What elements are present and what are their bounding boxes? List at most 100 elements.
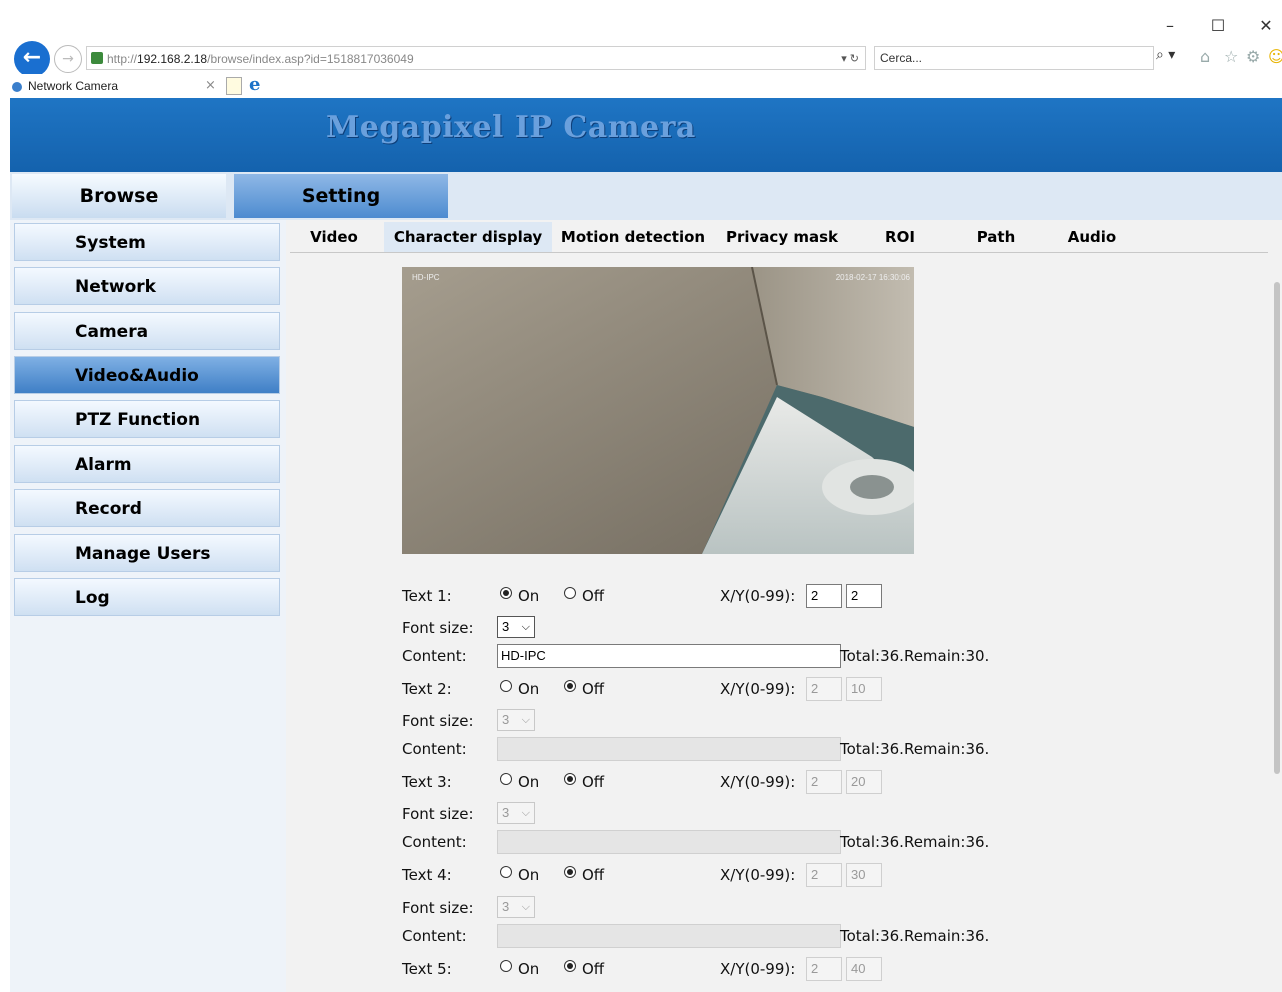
text2-off-label: Off (582, 680, 605, 698)
text2-counter: Total:36.Remain:36. (840, 740, 990, 758)
text4-x-input[interactable]: 2 (806, 863, 842, 887)
text3-content-input[interactable] (497, 830, 841, 854)
text2-on-radio[interactable] (500, 680, 512, 692)
text2-content-input[interactable] (497, 737, 841, 761)
gear-icon[interactable]: ⚙ (1246, 47, 1260, 66)
text1-content-input[interactable]: HD-IPC (497, 644, 841, 668)
sidebar-item-ptz-function[interactable]: PTZ Function (14, 400, 280, 438)
text4-label: Text 4: (402, 866, 452, 884)
text5-on-label: On (518, 960, 540, 978)
sidebar-item-video-audio[interactable]: Video&Audio (14, 356, 280, 394)
text4-font-size-select[interactable]: 3 ⌵ (497, 896, 535, 918)
text2-off-radio[interactable] (564, 680, 576, 692)
browser-tab[interactable]: Network Camera (12, 76, 222, 96)
tab-video[interactable]: Video (298, 222, 370, 252)
page-icon (91, 52, 103, 64)
chevron-down-icon: ⌵ (521, 714, 530, 726)
tab-setting[interactable]: Setting (234, 174, 448, 218)
address-bar[interactable]: http://192.168.2.18/browse/index.asp?id=… (86, 46, 866, 70)
sidebar-item-camera[interactable]: Camera (14, 312, 280, 350)
tab-audio[interactable]: Audio (1056, 222, 1128, 252)
text2-x-input[interactable]: 2 (806, 677, 842, 701)
text4-font-size-label: Font size: (402, 899, 474, 917)
sidebar-item-alarm[interactable]: Alarm (14, 445, 280, 483)
text1-x-input[interactable]: 2 (806, 584, 842, 608)
text2-on-label: On (518, 680, 540, 698)
sidebar-item-manage-users[interactable]: Manage Users (14, 534, 280, 572)
chevron-down-icon: ⌵ (521, 621, 530, 633)
text1-font-size-label: Font size: (402, 619, 474, 637)
text3-content-label: Content: (402, 833, 467, 851)
url-host: 192.168.2.18 (137, 52, 208, 66)
text3-font-size-value: 3 (502, 805, 510, 820)
back-button[interactable]: ← (14, 41, 50, 77)
text1-font-size-select[interactable]: 3 ⌵ (497, 616, 535, 638)
text4-on-radio[interactable] (500, 866, 512, 878)
text2-font-size-select[interactable]: 3 ⌵ (497, 709, 535, 731)
text3-x-input[interactable]: 2 (806, 770, 842, 794)
text1-y-input[interactable]: 2 (846, 584, 882, 608)
text4-font-size-value: 3 (502, 899, 510, 914)
search-icon[interactable]: ⌕ ▾ (1156, 47, 1175, 63)
text3-counter: Total:36.Remain:36. (840, 833, 990, 851)
tab-path[interactable]: Path (960, 222, 1032, 252)
text4-counter: Total:36.Remain:36. (840, 927, 990, 945)
tab-roi[interactable]: ROI (864, 222, 936, 252)
text3-off-radio[interactable] (564, 773, 576, 785)
text3-on-radio[interactable] (500, 773, 512, 785)
text1-content-label: Content: (402, 647, 467, 665)
star-icon[interactable]: ☆ (1224, 47, 1238, 66)
minimize-button[interactable]: – (1158, 14, 1182, 38)
tab-motion-detection[interactable]: Motion detection (556, 222, 710, 252)
maximize-button[interactable]: ☐ (1206, 14, 1230, 38)
text2-font-size-value: 3 (502, 712, 510, 727)
text2-font-size-label: Font size: (402, 712, 474, 730)
tab-character-display[interactable]: Character display (384, 222, 552, 252)
preview-overlay-left: HD-IPC (412, 273, 440, 282)
sidebar-item-record[interactable]: Record (14, 489, 280, 527)
text3-y-input[interactable]: 20 (846, 770, 882, 794)
text2-y-input[interactable]: 10 (846, 677, 882, 701)
tab-favicon (12, 81, 22, 92)
sidebar-item-log[interactable]: Log (14, 578, 280, 616)
text1-on-label: On (518, 587, 540, 605)
smiley-icon[interactable]: ☺ (1268, 47, 1282, 66)
text5-off-radio[interactable] (564, 960, 576, 972)
sidebar-item-network[interactable]: Network (14, 267, 280, 305)
sidebar-item-system[interactable]: System (14, 223, 280, 261)
camera-preview: HD-IPC 2018-02-17 16:30:06 (402, 267, 914, 554)
new-tab-button[interactable] (226, 77, 242, 95)
text5-label: Text 5: (402, 960, 452, 978)
text1-off-label: Off (582, 587, 605, 605)
ie-logo-icon: e (249, 74, 261, 95)
refresh-icon[interactable]: ▾ ↻ (841, 47, 859, 71)
text5-on-radio[interactable] (500, 960, 512, 972)
text5-x-input[interactable]: 2 (806, 957, 842, 981)
text3-on-label: On (518, 773, 540, 791)
tab-browse[interactable]: Browse (12, 174, 226, 218)
text4-content-input[interactable] (497, 924, 841, 948)
text4-on-label: On (518, 866, 540, 884)
scrollbar-thumb[interactable] (1274, 282, 1280, 774)
text3-font-size-select[interactable]: 3 ⌵ (497, 802, 535, 824)
close-window-button[interactable]: ✕ (1254, 14, 1278, 38)
camera-image (402, 267, 914, 554)
search-input[interactable]: Cerca... (874, 46, 1154, 70)
chevron-down-icon: ⌵ (521, 901, 530, 913)
tab-close-icon[interactable]: × (205, 78, 216, 93)
tab-privacy-mask[interactable]: Privacy mask (718, 222, 846, 252)
forward-button[interactable]: → (54, 45, 82, 73)
text2-label: Text 2: (402, 680, 452, 698)
text4-y-input[interactable]: 30 (846, 863, 882, 887)
text2-content-label: Content: (402, 740, 467, 758)
text3-xy-label: X/Y(0-99): (720, 773, 796, 791)
text5-xy-label: X/Y(0-99): (720, 960, 796, 978)
text1-on-radio[interactable] (500, 587, 512, 599)
url-path: /browse/index.asp?id=1518817036049 (207, 52, 414, 66)
text1-off-radio[interactable] (564, 587, 576, 599)
text5-y-input[interactable]: 40 (846, 957, 882, 981)
text1-counter: Total:36.Remain:30. (840, 647, 990, 665)
home-icon[interactable]: ⌂ (1200, 47, 1210, 66)
text4-off-radio[interactable] (564, 866, 576, 878)
text4-content-label: Content: (402, 927, 467, 945)
